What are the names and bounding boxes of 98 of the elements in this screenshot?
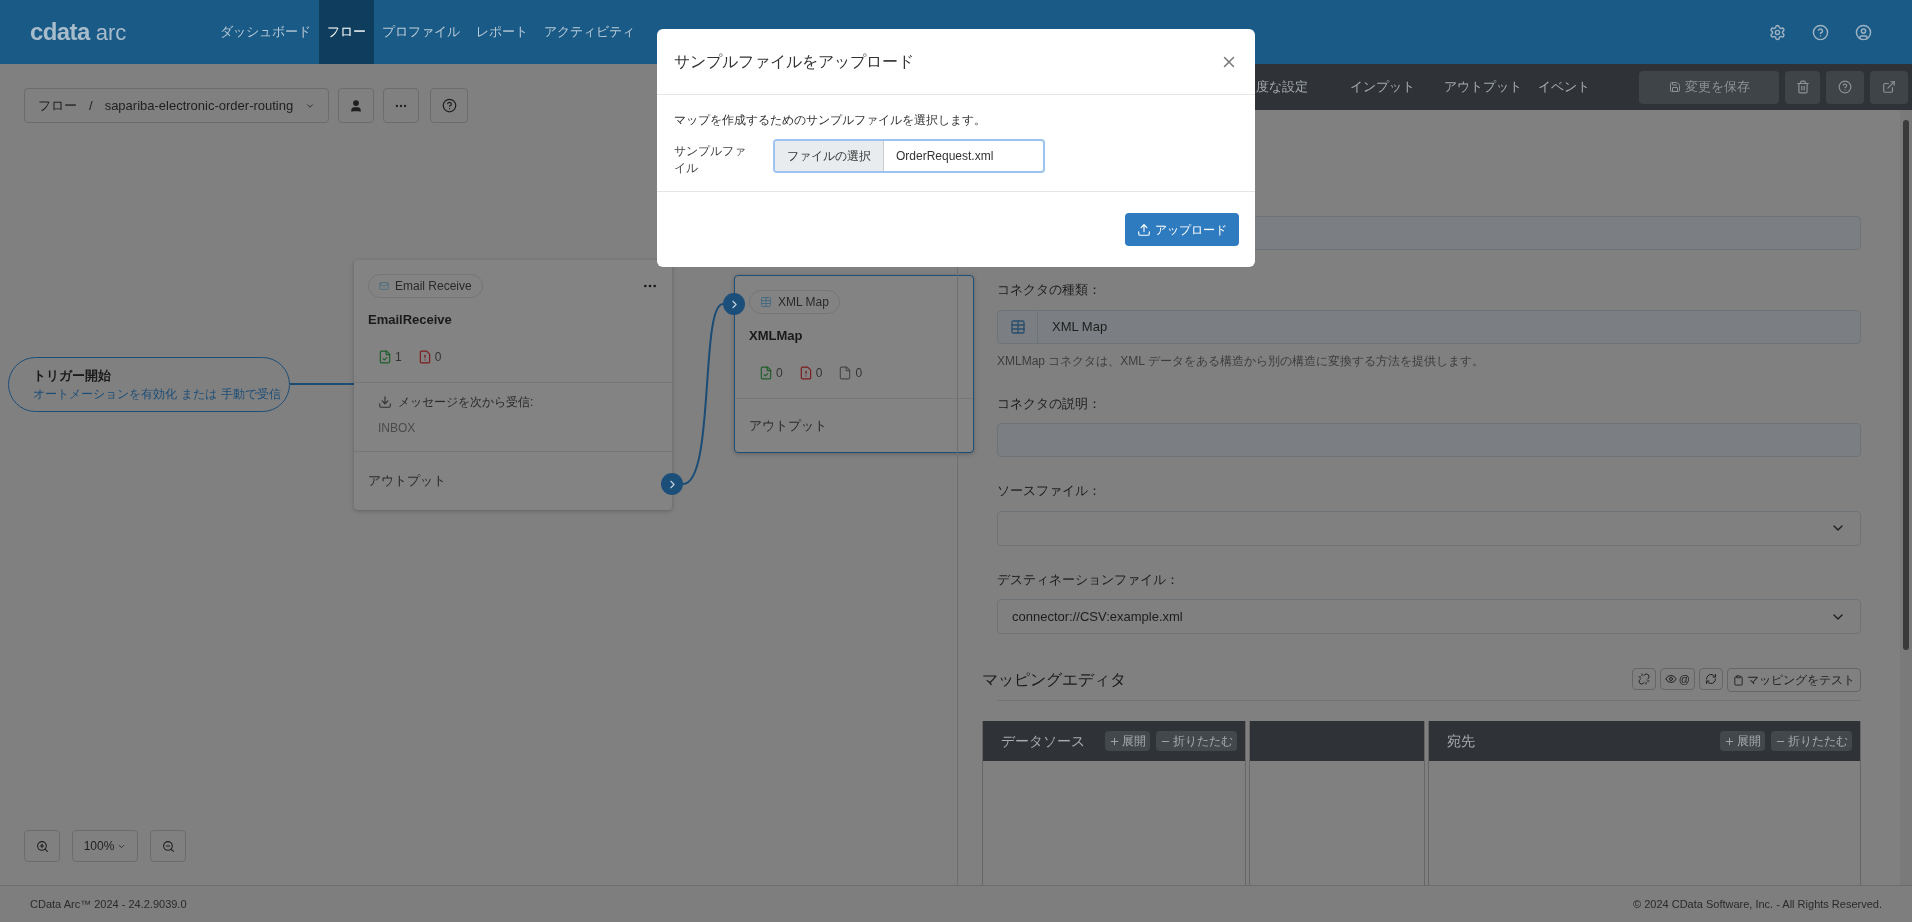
unlink-button[interactable] [1631, 668, 1656, 690]
collapse-button[interactable]: 折りたたむ [1156, 731, 1237, 751]
clipboard-icon [1733, 674, 1744, 686]
panel-tab[interactable]: インプット [1350, 64, 1444, 110]
message-count: 1 [395, 348, 402, 366]
save-icon [1668, 81, 1681, 93]
nav-tab[interactable]: プロファイル [374, 0, 468, 64]
input-port[interactable] [723, 293, 745, 315]
breadcrumb-separator: / [89, 96, 93, 115]
upload-button[interactable]: アップロード [1125, 213, 1239, 246]
connector-card[interactable]: Email Receive EmailReceive 1 0 メッセージを次から受信: INBOX アウトプット [354, 260, 672, 510]
panel-tab[interactable]: アウトプット [1444, 64, 1538, 110]
pop-out-button[interactable] [1870, 70, 1908, 104]
unlink-icon [1637, 673, 1650, 685]
message-count: 0 [434, 348, 442, 366]
field-label: デスティネーションファイル： [997, 570, 1180, 589]
version-text: CData Arc™ 2024 - 24.2.9039.0 [30, 896, 187, 912]
zoom-level-dropdown[interactable]: 100% [72, 830, 138, 862]
expand-button[interactable]: 展開 [1105, 731, 1150, 751]
logo: cdata arc [30, 17, 128, 47]
connector-name: EmailReceive [367, 311, 453, 329]
delete-button[interactable] [1785, 70, 1820, 104]
trash-icon [1795, 80, 1810, 94]
copyright-text: © 2024 CData Software, Inc. - All Rights Reserved. [1633, 896, 1882, 912]
column-title: データソース [1001, 731, 1085, 751]
user-button[interactable] [338, 88, 375, 123]
trigger-text: または [181, 386, 217, 404]
zoom-in-button[interactable] [24, 830, 60, 862]
refresh-icon [1705, 673, 1717, 685]
nav-tab[interactable]: ダッシュボード [212, 0, 319, 64]
message-count: 0 [815, 364, 823, 382]
download-icon [378, 394, 392, 409]
flow-name[interactable]: sapariba-electronic-order-routing [104, 95, 294, 116]
trigger-title: トリガー開始 [33, 366, 112, 385]
column-title: 宛先 [1447, 731, 1475, 751]
scrollbar[interactable] [1900, 110, 1912, 885]
save-button[interactable]: 変更を保存 [1639, 70, 1779, 104]
output-label: アウトプット [749, 416, 827, 435]
output-label: アウトプット [368, 472, 446, 490]
help-icon [441, 98, 457, 113]
nav-tab[interactable]: フロー [319, 0, 374, 64]
collapse-button[interactable]: 折りたたむ [1771, 731, 1852, 751]
zoom-in-icon [35, 839, 49, 853]
file-alert-icon [417, 349, 432, 364]
plus-icon [1109, 735, 1120, 747]
select-field[interactable]: connector://CSV:example.xml [997, 599, 1861, 634]
flow-breadcrumb[interactable]: フロー / sapariba-electronic-order-routing [24, 88, 330, 123]
select-field[interactable] [997, 510, 1861, 546]
user-account-icon[interactable] [1855, 23, 1872, 41]
help-button[interactable] [1826, 70, 1864, 104]
receive-label: メッセージを次から受信: [398, 393, 534, 411]
external-link-icon [1882, 80, 1896, 94]
field-label: コネクタの種類： [997, 281, 1102, 299]
field-label: サンプルファイル [674, 143, 747, 177]
plus-icon [1724, 735, 1735, 747]
file-input[interactable]: ファイルの選択 OrderRequest.xml [773, 139, 1045, 173]
connector-line [289, 383, 355, 385]
trigger-link[interactable]: 手動で受信 [221, 385, 281, 404]
expand-button[interactable]: 展開 [1720, 731, 1765, 751]
file-icon [838, 365, 853, 380]
connector-name: XMLMap [748, 327, 804, 345]
test-mapping-button[interactable]: マッピングをテスト [1727, 668, 1861, 692]
panel-tab[interactable]: 度な設定 [1256, 64, 1350, 110]
file-name: OrderRequest.xml [896, 148, 994, 165]
dialog-title: サンプルファイルをアップロード [674, 51, 914, 72]
field-label: コネクタの説明： [997, 394, 1102, 413]
settings-icon[interactable] [1769, 23, 1786, 41]
field-label: ソースファイル： [997, 482, 1102, 500]
connector-card[interactable]: XML Map XMLMap 0 0 0 アウトプット [734, 275, 974, 453]
mail-icon [379, 281, 389, 291]
help-button[interactable] [430, 88, 469, 123]
file-check-icon [759, 365, 773, 380]
zoom-out-button[interactable] [150, 830, 186, 862]
nav-tab[interactable]: アクティビティ [536, 0, 643, 64]
refresh-button[interactable] [1699, 668, 1723, 690]
eye-icon [1664, 673, 1677, 685]
help-icon [1838, 80, 1852, 94]
zoom-out-icon [161, 839, 175, 853]
table-icon [1009, 318, 1026, 335]
panel-tab[interactable]: イベント [1538, 64, 1632, 110]
upload-icon [1137, 222, 1151, 237]
breadcrumb-root[interactable]: フロー [38, 95, 77, 116]
file-alert-icon [798, 365, 813, 380]
dialog-description: マップを作成するためのサンプルファイルを選択します。 [674, 112, 987, 129]
section-title: マッピングエディタ [982, 670, 1126, 690]
toggle-button[interactable]: @ [1659, 668, 1695, 690]
field-value: XML Map [1052, 317, 1108, 336]
user-icon [349, 98, 364, 113]
trigger-link[interactable]: オートメーションを有効化 [33, 385, 177, 404]
message-count: 0 [855, 364, 863, 382]
nav-tab[interactable]: レポート [468, 0, 536, 64]
message-count: 0 [776, 364, 783, 382]
help-icon[interactable] [1812, 23, 1829, 41]
output-port[interactable] [661, 473, 683, 495]
file-check-icon [378, 349, 392, 364]
choose-file-button[interactable]: ファイルの選択 [775, 141, 884, 171]
table-icon [760, 296, 772, 308]
receive-value: INBOX [378, 419, 417, 437]
